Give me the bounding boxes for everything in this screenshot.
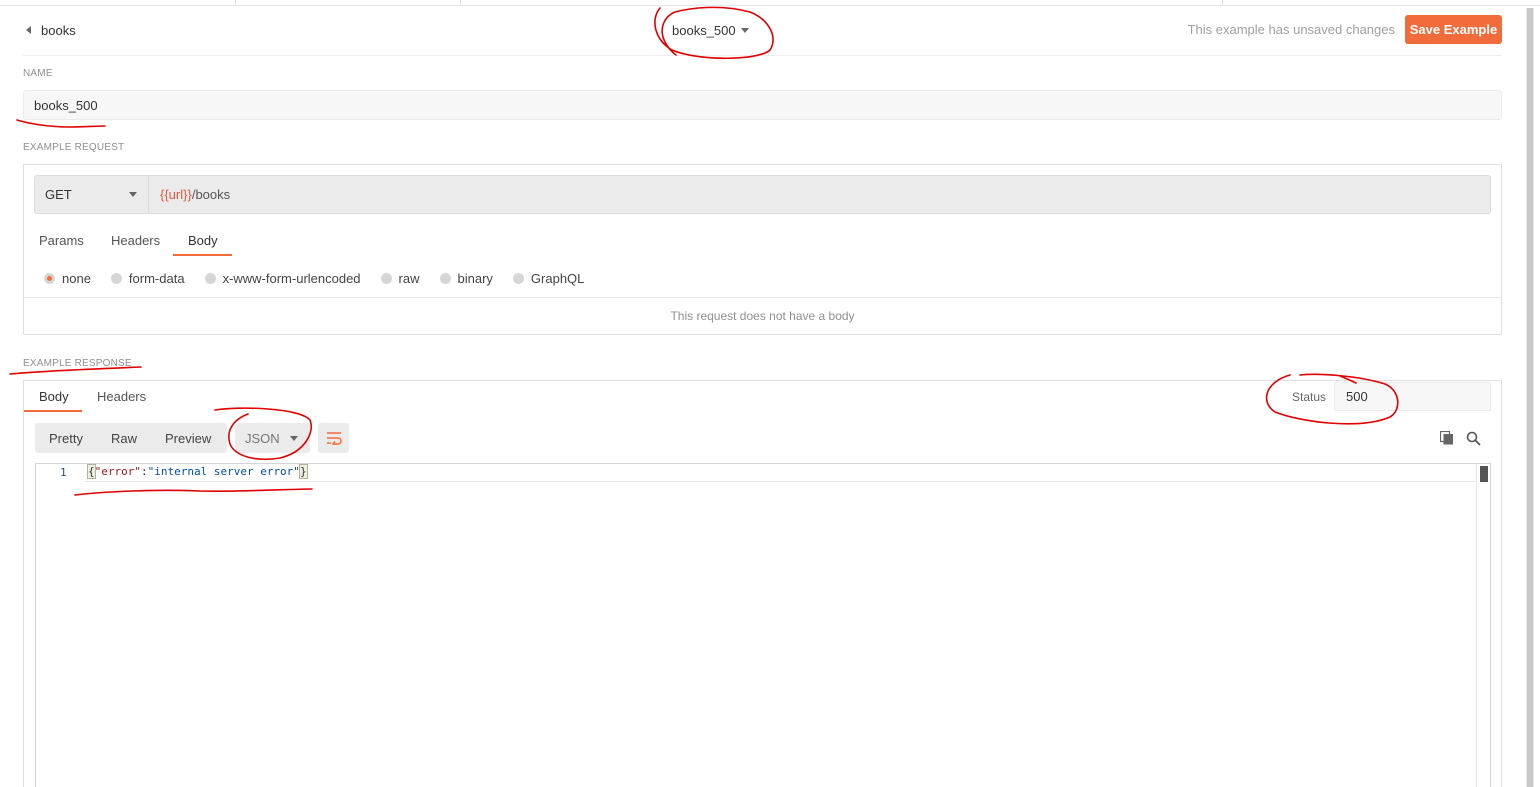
body-divider: [24, 297, 1501, 298]
radio-button[interactable]: [44, 272, 55, 284]
radio-label: none: [62, 270, 91, 286]
status-code-input[interactable]: [1334, 382, 1491, 411]
url-bar: [34, 175, 1491, 214]
example-name-input[interactable]: [23, 90, 1502, 120]
radio-button[interactable]: [439, 272, 451, 284]
save-example-button[interactable]: Save Example: [1405, 15, 1502, 44]
status-label: Status: [1292, 390, 1327, 404]
editor-scrollbar-thumb[interactable]: [1480, 466, 1488, 482]
radio-label: raw: [398, 270, 420, 286]
radio-button[interactable]: [380, 272, 392, 284]
radio-urlencoded[interactable]: x-www-form-urlencoded: [204, 270, 361, 286]
request-section-label: EXAMPLE REQUEST: [23, 142, 125, 153]
radio-form-data[interactable]: form-data: [110, 270, 185, 286]
radio-label: form-data: [128, 270, 185, 286]
raw-button[interactable]: Raw: [97, 431, 151, 446]
url-input[interactable]: {{url}}/books: [160, 187, 230, 202]
language-label: JSON: [245, 430, 280, 446]
header-divider: [23, 55, 1502, 56]
method-select[interactable]: GET: [35, 176, 149, 213]
tab-separator: [1222, 0, 1223, 5]
language-select[interactable]: JSON: [235, 423, 310, 453]
code-value: "internal server error": [147, 465, 300, 478]
radio-button[interactable]: [110, 272, 122, 284]
top-tab-strip: [0, 0, 1540, 6]
example-selector[interactable]: books_500: [672, 20, 749, 40]
response-section-label: EXAMPLE RESPONSE: [23, 358, 132, 369]
code-brace: {: [87, 464, 96, 479]
code-line: {"error":"internal server error"}: [87, 464, 308, 479]
caret-down-icon: [129, 192, 137, 197]
code-key: "error": [94, 465, 141, 478]
empty-body-message: This request does not have a body: [670, 309, 855, 323]
active-tab-indicator: [173, 254, 232, 256]
format-button-group: Pretty Raw Preview: [35, 423, 227, 453]
tab-separator: [460, 0, 461, 5]
back-to-request-link[interactable]: books: [26, 20, 76, 40]
radio-binary[interactable]: binary: [439, 270, 493, 286]
unsaved-changes-text: This example has unsaved changes: [1187, 22, 1395, 37]
radio-label: GraphQL: [530, 270, 585, 286]
method-label: GET: [45, 187, 72, 202]
radio-none[interactable]: none: [44, 271, 91, 286]
response-tab-headers[interactable]: Headers: [97, 389, 146, 404]
tab-headers[interactable]: Headers: [111, 233, 160, 257]
body-type-radio-group: none form-data x-www-form-urlencoded raw…: [44, 270, 604, 286]
preview-button[interactable]: Preview: [151, 431, 225, 446]
caret-down-icon: [290, 435, 298, 441]
word-wrap-button[interactable]: [318, 423, 349, 453]
code-brace: }: [298, 464, 308, 479]
pretty-button[interactable]: Pretty: [35, 431, 97, 446]
word-wrap-icon: [326, 432, 342, 445]
caret-down-icon: [740, 27, 749, 33]
example-selector-label: books_500: [672, 22, 736, 38]
radio-graphql[interactable]: GraphQL: [512, 270, 585, 286]
response-body-editor[interactable]: [35, 463, 1491, 787]
editor-scrollbar[interactable]: [1476, 464, 1490, 787]
url-variable: {{url}}: [160, 187, 192, 202]
tab-separator: [235, 0, 236, 5]
radio-label: x-www-form-urlencoded: [222, 270, 361, 286]
radio-raw[interactable]: raw: [380, 270, 420, 286]
name-section-label: NAME: [23, 68, 53, 79]
back-label: books: [41, 22, 76, 38]
active-response-tab-indicator: [24, 410, 82, 412]
url-path: /books: [191, 187, 231, 202]
copy-icon[interactable]: [1440, 431, 1454, 445]
code-colon: :: [140, 465, 148, 478]
radio-button[interactable]: [512, 272, 524, 284]
tab-params[interactable]: Params: [39, 233, 84, 257]
response-tab-body[interactable]: Body: [39, 389, 69, 404]
line-number: 1: [60, 466, 67, 479]
radio-button[interactable]: [204, 272, 216, 284]
active-line-highlight: [85, 481, 1475, 482]
radio-label: binary: [457, 270, 493, 286]
page-scrollbar-thumb[interactable]: [1527, 8, 1533, 787]
caret-left-icon: [26, 26, 31, 34]
search-icon[interactable]: [1466, 431, 1481, 446]
